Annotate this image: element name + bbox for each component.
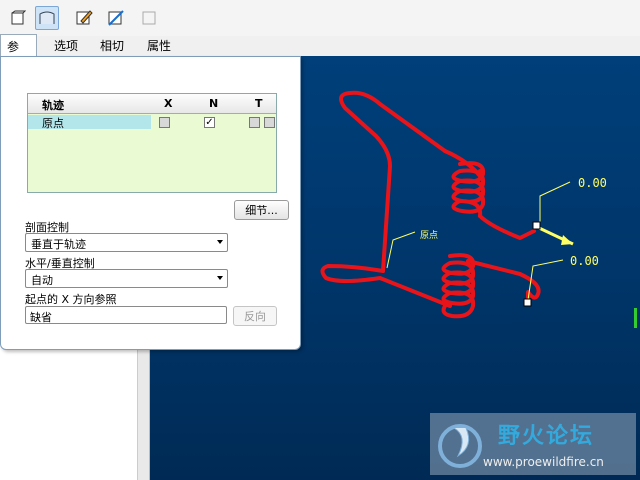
sketch-edit-icon[interactable]	[72, 6, 96, 30]
col-trajectory: 轨迹	[42, 99, 64, 112]
taper-icon[interactable]	[104, 6, 128, 30]
n-checkbox[interactable]: ✓	[204, 117, 215, 128]
t-checkbox[interactable]	[249, 117, 260, 128]
tab-options[interactable]: 选项	[48, 34, 84, 56]
dimension-label-2[interactable]: 0.00	[570, 254, 599, 268]
references-panel: 轨迹 X N T 原点 ✓ 细节... 剖面控制 垂直于轨迹 水平/垂直控制 自…	[0, 56, 301, 350]
col-n: N	[209, 97, 219, 110]
watermark-title: 野火论坛	[498, 424, 595, 449]
tab-bar: 参照 选项 相切 属性	[0, 34, 300, 71]
tab-tangency[interactable]: 相切	[94, 34, 130, 56]
chevron-down-icon	[217, 240, 223, 244]
thin-icon[interactable]	[137, 6, 161, 30]
trajectory-table: 轨迹 X N T 原点 ✓	[27, 93, 277, 193]
tab-properties[interactable]: 属性	[141, 34, 177, 56]
horiz-vert-select[interactable]: 自动	[25, 269, 228, 288]
section-control-value: 垂直于轨迹	[31, 238, 86, 251]
t-checkbox-2[interactable]	[264, 117, 275, 128]
table-row[interactable]: 原点 ✓	[28, 115, 276, 130]
section-control-select[interactable]: 垂直于轨迹	[25, 233, 228, 252]
x-ref-field[interactable]: 缺省	[25, 306, 227, 324]
trajectory-table-header: 轨迹 X N T	[28, 94, 276, 114]
horiz-vert-value: 自动	[31, 274, 53, 287]
watermark-url: www.proewildfire.cn	[483, 455, 604, 469]
col-x: X	[164, 97, 173, 110]
flame-logo-icon	[438, 424, 482, 468]
surface-icon[interactable]	[35, 6, 59, 30]
x-checkbox[interactable]	[159, 117, 170, 128]
col-t: T	[255, 97, 263, 110]
details-button[interactable]: 细节...	[234, 200, 289, 220]
toolbar	[0, 0, 640, 36]
flip-button[interactable]: 反向	[233, 306, 277, 326]
x-ref-label: 起点的 X 方向参照	[25, 293, 117, 306]
chevron-down-icon	[217, 276, 223, 280]
origin-label: 原点	[420, 231, 439, 241]
trajectory-name: 原点	[28, 115, 151, 130]
dimension-label-1[interactable]: 0.00	[578, 176, 607, 190]
tab-references[interactable]: 参照	[0, 34, 37, 71]
solid-icon[interactable]	[6, 6, 30, 30]
